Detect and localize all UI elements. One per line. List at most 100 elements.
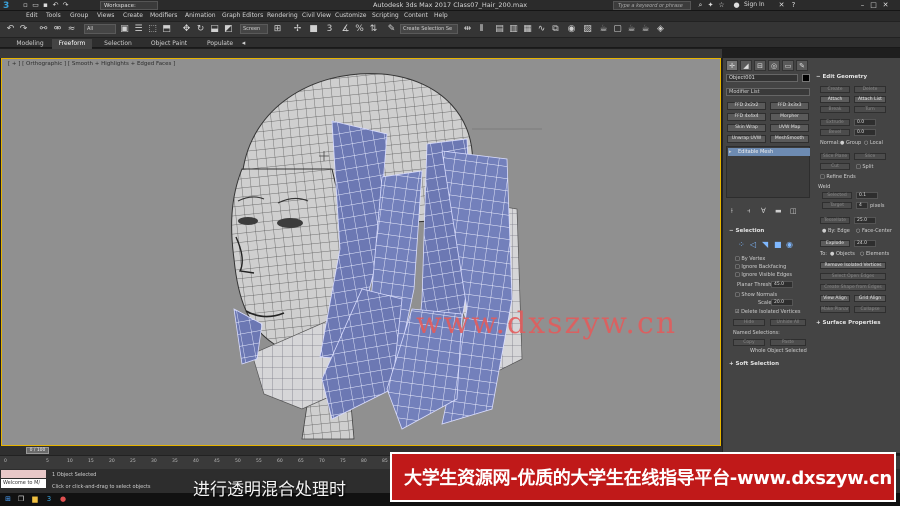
tab-modeling[interactable]: Modeling <box>10 39 50 49</box>
weld-target-spinner[interactable]: 4 <box>856 202 868 209</box>
curve-editor-icon[interactable]: ∿ <box>536 24 547 35</box>
media-player-icon[interactable]: ● <box>58 495 68 504</box>
attach-button[interactable]: Attach <box>820 96 850 103</box>
bevel-spinner[interactable]: 0.0 <box>854 129 876 136</box>
3dsmax-taskbar-icon[interactable]: 3 <box>44 495 54 504</box>
uvw-map-button[interactable]: UVW Map <box>770 124 809 132</box>
delete-isolated-checkbox[interactable]: ☑ Delete Isolated Vertices <box>735 309 800 315</box>
reference-coordinate-dropdown[interactable]: Screen <box>240 24 268 34</box>
time-slider-handle[interactable]: 0 / 100 <box>26 447 49 454</box>
task-view-icon[interactable]: ❐ <box>16 495 26 504</box>
close-icon[interactable]: ✕ <box>881 1 890 10</box>
planar-thresh-spinner[interactable]: 45.0 <box>771 281 793 288</box>
normal-local-radio[interactable]: ○ Local <box>864 140 883 146</box>
material-editor-icon[interactable]: ◉ <box>566 24 577 35</box>
normal-group-radio[interactable]: ● Group <box>840 140 861 146</box>
polygon-mode-icon[interactable]: ■ <box>774 240 782 249</box>
maxscript-mini-listener[interactable]: Welcome to M/ <box>1 479 46 488</box>
modify-tab-icon[interactable]: ◢ <box>740 60 752 71</box>
remove-modifier-icon[interactable]: ▬ <box>775 207 782 215</box>
maximize-icon[interactable]: □ <box>869 1 878 10</box>
window-crossing-icon[interactable]: ⬒ <box>161 24 172 35</box>
tab-selection[interactable]: Selection <box>96 39 140 49</box>
by-edge-radio[interactable]: ● By: Edge <box>822 228 850 234</box>
vertex-mode-icon[interactable]: ⁘ <box>738 240 745 249</box>
rectangular-selection-icon[interactable]: ⬚ <box>147 24 158 35</box>
mirror-icon[interactable]: ⇹ <box>462 24 473 35</box>
move-icon[interactable]: ✥ <box>181 24 192 35</box>
display-tab-icon[interactable]: ▭ <box>782 60 794 71</box>
undo-icon[interactable]: ↶ <box>5 24 16 35</box>
schematic-view-icon[interactable]: ⧉ <box>550 24 561 35</box>
community-icon[interactable]: ✦ <box>707 2 714 9</box>
weld-threshold-spinner[interactable]: 0.1 <box>856 192 878 199</box>
keyboard-shortcut-icon[interactable]: ■ <box>308 24 319 35</box>
meshsmooth-button[interactable]: MeshSmooth <box>770 135 809 143</box>
select-manipulate-icon[interactable]: ✢ <box>292 24 303 35</box>
ffd-3x3x3-button[interactable]: FFD 3x3x3 <box>770 102 809 110</box>
percent-snap-icon[interactable]: % <box>354 24 365 35</box>
attach-list-button[interactable]: Attach List <box>854 96 886 103</box>
object-name-field[interactable]: Object001 <box>726 74 798 82</box>
exchange-icon[interactable]: ✕ <box>778 2 785 9</box>
modifier-list-dropdown[interactable]: Modifier List <box>726 88 810 96</box>
layer-explorer-icon[interactable]: ▥ <box>508 24 519 35</box>
help-icon[interactable]: ? <box>790 2 797 9</box>
tab-populate[interactable]: Populate <box>200 39 240 49</box>
scale-icon[interactable]: ⬓ <box>209 24 220 35</box>
render-iterative-icon[interactable]: ☕ <box>640 24 651 35</box>
ignore-backfacing-checkbox[interactable]: □ Ignore Backfacing <box>735 264 786 270</box>
select-open-edges-button[interactable]: Select Open Edges <box>820 273 886 280</box>
menu-edit[interactable]: Edit <box>26 12 38 19</box>
menu-scripting[interactable]: Scripting <box>372 12 399 19</box>
object-color-swatch[interactable] <box>802 74 810 82</box>
slice-plane-button[interactable]: Slice Plane <box>820 153 850 160</box>
user-icon[interactable]: ● <box>733 2 740 9</box>
morpher-button[interactable]: Morpher <box>770 113 809 121</box>
tessellate-button[interactable]: Tessellate <box>820 217 850 224</box>
skin-wrap-button[interactable]: Skin Wrap <box>727 124 766 132</box>
bind-space-warp-icon[interactable]: ≈ <box>66 24 77 35</box>
render-teapot-icon[interactable]: ☕ <box>598 24 609 35</box>
menu-modifiers[interactable]: Modifiers <box>150 12 177 19</box>
by-vertex-checkbox[interactable]: □ By Vertex <box>735 256 765 262</box>
unwrap-uvw-button[interactable]: Unwrap UVW <box>727 135 766 143</box>
render-setup-icon[interactable]: ▨ <box>582 24 593 35</box>
menu-views[interactable]: Views <box>97 12 114 19</box>
tab-object-paint[interactable]: Object Paint <box>146 39 192 49</box>
angle-snap-icon[interactable]: ∡ <box>340 24 351 35</box>
turn-button[interactable]: Turn <box>854 106 886 113</box>
menu-help[interactable]: Help <box>434 12 448 19</box>
stack-item-editable-mesh[interactable]: Editable Mesh <box>728 148 810 156</box>
grid-align-button[interactable]: Grid Align <box>854 295 886 302</box>
ffd-4x4x4-button[interactable]: FFD 4x4x4 <box>727 113 766 121</box>
render-production-icon[interactable]: ☕ <box>626 24 637 35</box>
menu-animation[interactable]: Animation <box>185 12 216 19</box>
motion-tab-icon[interactable]: ◎ <box>768 60 780 71</box>
scene-explorer-icon[interactable]: ▤ <box>494 24 505 35</box>
menu-graph-editors[interactable]: Graph Editors <box>222 12 263 19</box>
placement-icon[interactable]: ◩ <box>223 24 234 35</box>
edit-named-selection-icon[interactable]: ✎ <box>386 24 397 35</box>
scale-spinner[interactable]: 20.0 <box>771 299 793 306</box>
star-icon[interactable]: ☆ <box>718 2 725 9</box>
bevel-button[interactable]: Bevel <box>820 129 850 136</box>
show-end-result-icon[interactable]: ⫞ <box>747 207 751 216</box>
menu-rendering[interactable]: Rendering <box>267 12 298 19</box>
to-elements-radio[interactable]: ○ Elements <box>860 251 889 257</box>
face-mode-icon[interactable]: ◥ <box>762 240 768 249</box>
ffd-2x2x2-button[interactable]: FFD 2x2x2 <box>727 102 766 110</box>
soft-selection-rollout[interactable]: + Soft Selection <box>729 361 779 369</box>
menu-tools[interactable]: Tools <box>46 12 61 19</box>
windows-start-icon[interactable]: ⊞ <box>3 495 13 504</box>
menu-content[interactable]: Content <box>404 12 428 19</box>
paste-button[interactable]: Paste <box>770 339 806 346</box>
extrude-spinner[interactable]: 0.0 <box>854 119 876 126</box>
tab-freeform[interactable]: Freeform <box>52 39 92 49</box>
menu-create[interactable]: Create <box>123 12 143 19</box>
a360-render-icon[interactable]: ◈ <box>655 24 666 35</box>
create-button[interactable]: Create <box>820 86 850 93</box>
search-input[interactable]: Type a keyword or phrase <box>613 1 691 10</box>
unhide-all-button[interactable]: Unhide All <box>770 319 806 326</box>
create-tab-icon[interactable]: ✛ <box>726 60 738 71</box>
